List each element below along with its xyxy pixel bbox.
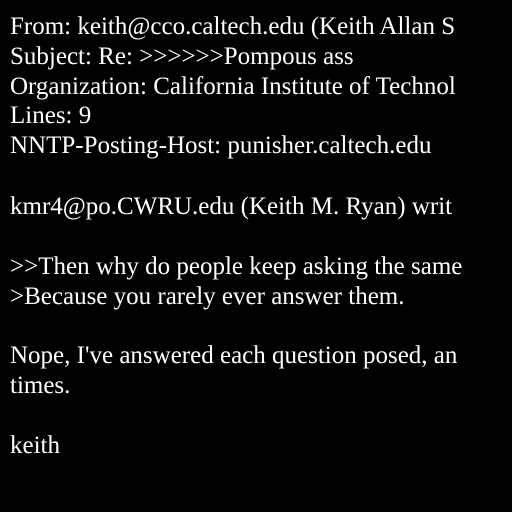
header-organization: Organization: California Institute of Te… [10,73,456,100]
header-subject: Subject: Re: >>>>>>Pompous ass [10,43,354,70]
header-lines: Lines: 9 [10,102,92,129]
body-quote-line-2: >Because you rarely ever answer them. [10,283,405,310]
body-signature: keith [10,432,60,459]
message-view: From: keith@cco.caltech.edu (Keith Allan… [0,0,512,512]
body-attribution: kmr4@po.CWRU.edu (Keith M. Ryan) writ [10,193,453,220]
body-reply-line-1: Nope, I've answered each question posed,… [10,342,458,369]
header-from: From: keith@cco.caltech.edu (Keith Allan… [10,13,456,40]
body-reply-line-2: times. [10,372,71,399]
body-quote-line-1: >>Then why do people keep asking the sam… [10,253,463,280]
header-nntp-posting-host: NNTP-Posting-Host: punisher.caltech.edu [10,132,432,159]
